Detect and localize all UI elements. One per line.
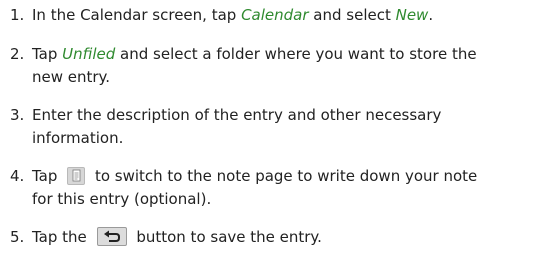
step-3: 3. Enter the description of the entry and…: [10, 104, 538, 150]
step-number: 2.: [10, 45, 25, 63]
step-2: 2. Tap Unfiled and select a folder where …: [10, 43, 538, 89]
step-number: 1.: [10, 6, 25, 24]
step-text: to switch to the note page to write down…: [90, 167, 478, 185]
step-number: 4.: [10, 167, 25, 185]
step-text: button to save the entry.: [131, 228, 322, 246]
step-text: Tap the: [32, 228, 92, 246]
instruction-page: 1. In the Calendar screen, tap Calendar a…: [0, 0, 542, 255]
step-text: In the Calendar screen, tap: [32, 6, 242, 24]
back-arrow-icon: [96, 227, 127, 246]
step-number: 3.: [10, 106, 25, 124]
step-text: .: [428, 6, 434, 24]
step-text: Enter the description of the entry and o…: [32, 106, 442, 124]
step-1: 1. In the Calendar screen, tap Calendar a…: [10, 4, 538, 27]
new-keyword: New: [395, 6, 429, 24]
unfiled-keyword: Unfiled: [62, 45, 116, 63]
step-text-continued: new entry.: [32, 68, 111, 86]
calendar-keyword: Calendar: [241, 6, 309, 24]
step-text: Tap: [32, 167, 63, 185]
step-text: Tap: [32, 45, 63, 63]
step-5: 5. Tap the button to save the entry.: [10, 226, 538, 249]
step-text: and select a folder where you want to st…: [115, 45, 477, 63]
step-number: 5.: [10, 228, 25, 246]
note-page-icon: [67, 167, 86, 185]
step-text-continued: information.: [32, 129, 124, 147]
step-4: 4. Tap to switch to the note page to writ…: [10, 165, 538, 211]
step-text-continued: for this entry (optional).: [32, 190, 212, 208]
step-text: and select: [308, 6, 396, 24]
